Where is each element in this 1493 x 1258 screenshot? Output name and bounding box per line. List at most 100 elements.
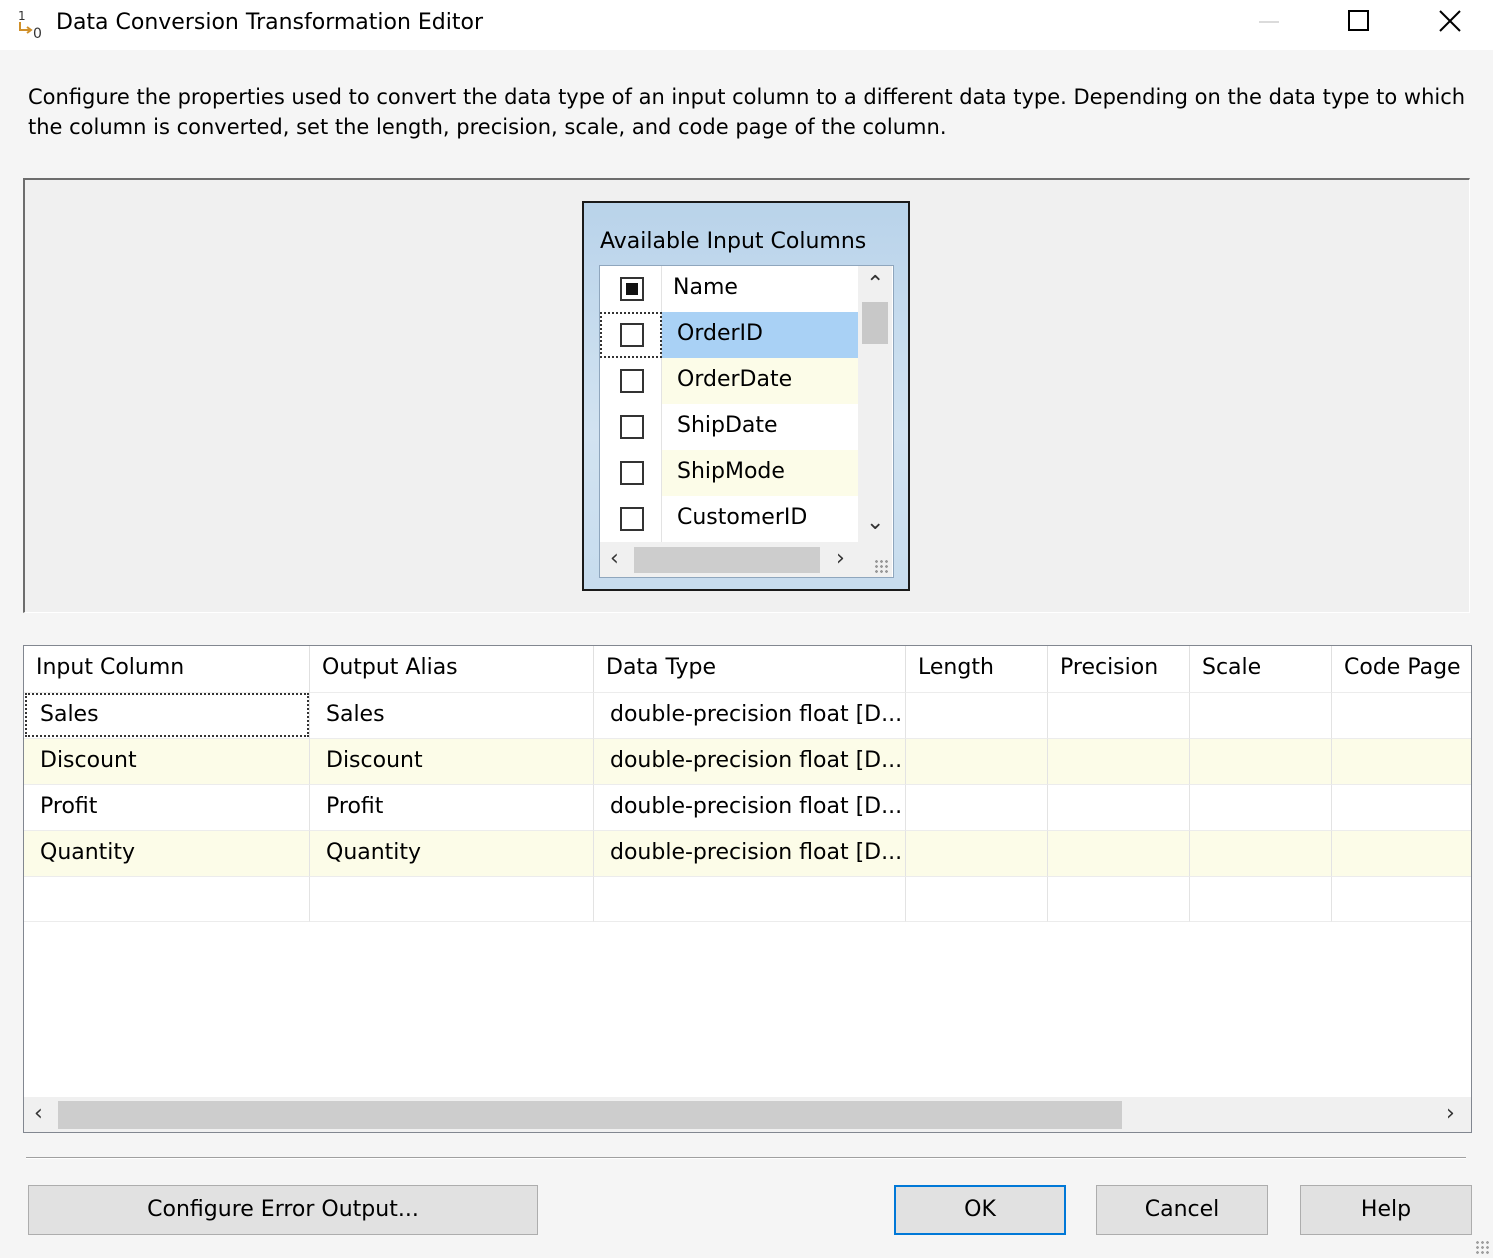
column-item[interactable]: ShipMode <box>600 450 858 496</box>
scroll-right-icon[interactable]: › <box>1446 1103 1455 1125</box>
column-header-scale[interactable]: Scale <box>1190 646 1332 692</box>
available-columns-title: Available Input Columns <box>600 229 867 254</box>
data-type-cell[interactable]: double-precision float [D... <box>594 692 906 738</box>
precision-cell[interactable] <box>1048 784 1190 830</box>
svg-text:0: 0 <box>33 26 42 40</box>
resize-grip-icon[interactable] <box>874 559 888 573</box>
close-icon <box>1439 10 1461 32</box>
column-item[interactable]: ShipDate <box>600 404 858 450</box>
column-checkbox[interactable] <box>620 369 644 393</box>
precision-cell[interactable] <box>1048 830 1190 876</box>
data-type-cell[interactable]: double-precision float [D... <box>594 830 906 876</box>
precision-cell[interactable] <box>1048 692 1190 738</box>
grid-scroll-thumb[interactable] <box>58 1101 1122 1129</box>
minimize-button[interactable] <box>1223 0 1313 44</box>
maximize-icon <box>1348 10 1369 31</box>
columns-horizontal-scrollbar[interactable]: ‹ › <box>600 542 892 577</box>
column-item[interactable]: OrderDate <box>600 358 858 404</box>
help-button[interactable]: Help <box>1300 1185 1472 1235</box>
vertical-scroll-thumb[interactable] <box>862 302 888 344</box>
scroll-down-icon[interactable]: ⌄ <box>866 512 884 534</box>
length-cell[interactable] <box>906 876 1048 922</box>
table-row[interactable]: Discount Discount double-precision float… <box>24 738 1471 784</box>
table-row[interactable]: Quantity Quantity double-precision float… <box>24 830 1471 876</box>
scroll-up-icon[interactable]: ⌃ <box>866 274 884 296</box>
scale-cell[interactable] <box>1190 692 1332 738</box>
column-name: OrderID <box>677 321 763 346</box>
scale-cell[interactable] <box>1190 738 1332 784</box>
output-alias-cell[interactable]: Quantity <box>310 830 594 876</box>
length-cell[interactable] <box>906 738 1048 784</box>
input-column-cell[interactable]: Discount <box>24 738 310 784</box>
column-header-code-page[interactable]: Code Page <box>1332 646 1471 692</box>
code-page-cell[interactable] <box>1332 876 1471 922</box>
data-conversion-icon: 1 0 <box>18 9 42 40</box>
configure-error-output-button[interactable]: Configure Error Output... <box>28 1185 538 1235</box>
scale-cell[interactable] <box>1190 876 1332 922</box>
scale-cell[interactable] <box>1190 784 1332 830</box>
column-name: ShipDate <box>677 413 778 438</box>
length-cell[interactable] <box>906 784 1048 830</box>
scroll-left-icon[interactable]: ‹ <box>610 548 619 570</box>
name-column-header: Name <box>673 275 738 300</box>
code-page-cell[interactable] <box>1332 784 1471 830</box>
window-resize-grip-icon[interactable] <box>1475 1240 1491 1256</box>
data-type-cell[interactable]: double-precision float [D... <box>594 738 906 784</box>
description-text: Configure the properties used to convert… <box>28 85 1466 139</box>
input-column-cell[interactable] <box>24 876 310 922</box>
output-alias-cell[interactable] <box>310 876 594 922</box>
separator-line <box>26 1157 1466 1159</box>
select-all-checkbox[interactable] <box>620 277 644 301</box>
columns-header-row: Name <box>600 266 858 312</box>
column-header-input-column[interactable]: Input Column <box>24 646 310 692</box>
scroll-right-icon[interactable]: › <box>836 548 845 570</box>
column-header-length[interactable]: Length <box>906 646 1048 692</box>
grid-horizontal-scrollbar[interactable]: ‹ › <box>24 1097 1471 1132</box>
column-checkbox[interactable] <box>620 323 644 347</box>
output-alias-cell[interactable]: Discount <box>310 738 594 784</box>
code-page-cell[interactable] <box>1332 692 1471 738</box>
table-row-empty[interactable] <box>24 876 1471 922</box>
data-type-cell[interactable]: double-precision float [D... <box>594 784 906 830</box>
length-cell[interactable] <box>906 692 1048 738</box>
minimize-icon <box>1259 21 1279 23</box>
title-bar: 1 0 Data Conversion Transformation Edito… <box>0 0 1493 50</box>
scale-cell[interactable] <box>1190 830 1332 876</box>
output-alias-cell[interactable]: Sales <box>310 692 594 738</box>
column-checkbox[interactable] <box>620 461 644 485</box>
available-columns-list: Name OrderID OrderDate ShipDate ShipMode <box>599 265 894 578</box>
column-item[interactable]: OrderID <box>600 312 858 358</box>
cancel-button[interactable]: Cancel <box>1096 1185 1268 1235</box>
column-item[interactable]: CustomerID <box>600 496 858 542</box>
close-button[interactable] <box>1403 0 1493 44</box>
table-row[interactable]: Sales Sales double-precision float [D... <box>24 692 1471 738</box>
length-cell[interactable] <box>906 830 1048 876</box>
column-name: OrderDate <box>677 367 793 392</box>
precision-cell[interactable] <box>1048 738 1190 784</box>
input-column-cell[interactable]: Profit <box>24 784 310 830</box>
maximize-button[interactable] <box>1313 0 1403 44</box>
data-type-cell[interactable] <box>594 876 906 922</box>
conversion-grid: Input Column Output Alias Data Type Leng… <box>23 645 1472 1133</box>
output-alias-cell[interactable]: Profit <box>310 784 594 830</box>
column-name: CustomerID <box>677 505 808 530</box>
code-page-cell[interactable] <box>1332 738 1471 784</box>
scroll-left-icon[interactable]: ‹ <box>34 1103 43 1125</box>
table-row[interactable]: Profit Profit double-precision float [D.… <box>24 784 1471 830</box>
column-header-output-alias[interactable]: Output Alias <box>310 646 594 692</box>
ok-button[interactable]: OK <box>894 1185 1066 1235</box>
window-title: Data Conversion Transformation Editor <box>56 10 484 35</box>
column-checkbox[interactable] <box>620 507 644 531</box>
horizontal-scroll-thumb[interactable] <box>634 547 820 573</box>
available-input-columns-box: Available Input Columns Name OrderID Ord… <box>582 201 910 591</box>
input-column-cell[interactable]: Quantity <box>24 830 310 876</box>
precision-cell[interactable] <box>1048 876 1190 922</box>
code-page-cell[interactable] <box>1332 830 1471 876</box>
column-name: ShipMode <box>677 459 785 484</box>
column-header-data-type[interactable]: Data Type <box>594 646 906 692</box>
input-column-cell[interactable]: Sales <box>24 692 310 738</box>
column-header-precision[interactable]: Precision <box>1048 646 1190 692</box>
columns-vertical-scrollbar[interactable]: ⌃ ⌄ <box>858 266 892 542</box>
column-checkbox[interactable] <box>620 415 644 439</box>
grid-header: Input Column Output Alias Data Type Leng… <box>24 646 1471 692</box>
